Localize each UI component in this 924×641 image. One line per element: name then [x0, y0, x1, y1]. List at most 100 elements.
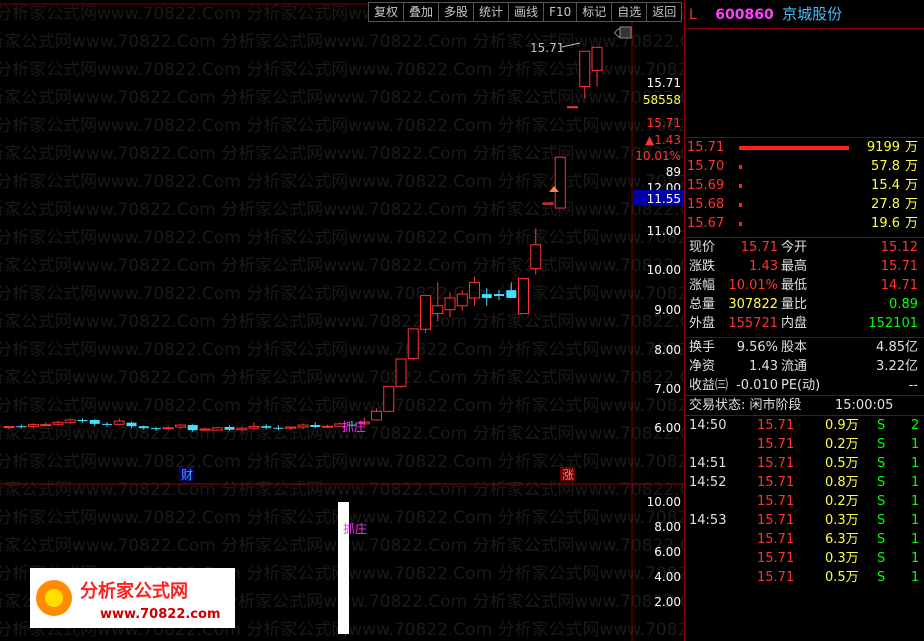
candle[interactable]: [52, 421, 64, 425]
candle[interactable]: [162, 427, 174, 430]
candle[interactable]: [322, 425, 333, 428]
candle[interactable]: [236, 427, 248, 431]
candle[interactable]: [89, 419, 100, 424]
toolbar-btn-6[interactable]: 标记: [576, 2, 612, 22]
stock-name[interactable]: 京城股份: [782, 5, 842, 23]
price-axis-label: 15.71: [647, 116, 681, 130]
candle[interactable]: [199, 428, 211, 431]
candle[interactable]: [456, 293, 468, 307]
price-axis-label: 8.00: [654, 343, 681, 357]
candle[interactable]: [395, 358, 407, 387]
tick-list: 14:50 15.71 0.9万 S 2 15.71 0.2万 S 1 14:51 15.71 0.5…: [685, 415, 924, 587]
toolbar: 复权 叠加 多股 统计 画线 F10 标记 自选 返回: [368, 2, 683, 22]
stock-header: L 600860 京城股份: [685, 0, 924, 29]
candle[interactable]: [102, 423, 112, 425]
candle[interactable]: [297, 424, 309, 428]
order-book-row: 15.67 19.6 万: [687, 216, 918, 231]
quote-row: 现价 15.71 今开 15.12: [689, 240, 918, 255]
toolbar-btn-5[interactable]: F10: [543, 2, 577, 22]
logo-url: www.70822.com: [100, 607, 221, 622]
price-axis-label: 11.00: [647, 224, 681, 238]
price-axis-label: 89: [666, 165, 681, 179]
candle[interactable]: [579, 50, 591, 87]
volume-axis-label: 8.00: [654, 520, 681, 534]
kline-chart[interactable]: 15.715855815.71▲1.4310.01%8912.0011.5511…: [0, 0, 684, 641]
candle[interactable]: [506, 290, 517, 298]
candle[interactable]: [113, 420, 125, 425]
tick-row: 15.71 0.2万 S 1: [757, 437, 920, 452]
high-price-label: 15.71: [530, 41, 564, 55]
candle[interactable]: [554, 156, 566, 209]
toolbar-btn-2[interactable]: 多股: [438, 2, 474, 22]
toolbar-btn-0[interactable]: 复权: [368, 2, 404, 22]
candle[interactable]: [187, 425, 198, 431]
candle[interactable]: [175, 424, 186, 428]
price-axis-label: 11.55: [647, 192, 681, 206]
candle[interactable]: [542, 202, 554, 205]
quote-row: 涨跌 1.43 最高 15.71: [689, 259, 918, 274]
price-axis-label: 9.00: [654, 303, 681, 317]
zhuazhuang-marker: 抓庄: [342, 419, 366, 434]
market-flag: L: [689, 7, 697, 23]
candle[interactable]: [371, 410, 382, 421]
logo-title: 分析家公式网: [80, 580, 188, 602]
candle[interactable]: [211, 427, 223, 431]
volume-axis-label: 4.00: [654, 570, 681, 584]
order-book-row: 15.69 15.4 万: [687, 178, 918, 193]
candle[interactable]: [420, 295, 431, 330]
volume-axis-label: 10.00: [647, 495, 681, 509]
price-axis-label: 58558: [643, 93, 681, 107]
blank-ask-area: [685, 29, 924, 137]
stats-row: 收益㈢ -0.010 PE(动) --: [689, 378, 918, 393]
candle[interactable]: [261, 426, 272, 428]
toolbar-btn-8[interactable]: 返回: [646, 2, 683, 22]
candle[interactable]: [530, 244, 542, 270]
tick-row: 15.71 6.3万 S 1: [757, 532, 920, 547]
quote-panel: L 600860 京城股份 15.71 9199 万 15.70 57.8 万 15.69 1…: [684, 0, 924, 641]
quote-row: 涨幅 10.01% 最低 14.71: [689, 278, 918, 293]
stats-row: 换手 9.56% 股本 4.85亿: [689, 340, 918, 355]
candle[interactable]: [481, 294, 492, 298]
candle[interactable]: [3, 426, 15, 429]
candle[interactable]: [285, 426, 297, 429]
candle[interactable]: [224, 427, 235, 430]
toolbar-btn-1[interactable]: 叠加: [403, 2, 439, 22]
candle[interactable]: [248, 426, 260, 429]
candle[interactable]: [383, 385, 395, 412]
candle[interactable]: [40, 424, 52, 427]
candle[interactable]: [28, 424, 39, 428]
zhang-marker: 涨: [562, 467, 574, 482]
candle[interactable]: [494, 294, 504, 297]
candle[interactable]: [310, 425, 321, 427]
site-logo: 分析家公式网 www.70822.com: [30, 568, 235, 628]
toolbar-btn-3[interactable]: 统计: [473, 2, 509, 22]
status-label: 交易状态: 闲市阶段: [689, 398, 802, 413]
candle[interactable]: [444, 297, 456, 311]
tick-row: 15.71 0.2万 S 1: [757, 494, 920, 509]
price-axis-label: 10.00: [647, 263, 681, 277]
candle[interactable]: [64, 419, 76, 424]
candle[interactable]: [77, 419, 88, 422]
toolbar-btn-7[interactable]: 自选: [611, 2, 647, 22]
candle[interactable]: [591, 46, 603, 71]
order-book-row: 15.68 27.8 万: [687, 197, 918, 212]
volume-axis-label: 6.00: [654, 545, 681, 559]
candle[interactable]: [138, 426, 149, 429]
candle[interactable]: [432, 305, 444, 315]
stock-code[interactable]: 600860: [715, 7, 773, 23]
tick-row: 14:51 15.71 0.5万 S 1: [689, 456, 920, 471]
candle[interactable]: [126, 422, 137, 427]
quote-row: 总量 307822 量比 0.89: [689, 297, 918, 312]
tick-row: 15.71 0.3万 S 1: [757, 551, 920, 566]
candle[interactable]: [16, 426, 27, 428]
candle[interactable]: [151, 428, 161, 430]
toolbar-btn-4[interactable]: 画线: [508, 2, 544, 22]
candle[interactable]: [518, 277, 529, 315]
candle[interactable]: [407, 328, 419, 360]
candle[interactable]: [567, 106, 578, 109]
candle[interactable]: [273, 427, 284, 429]
stats-table: 换手 9.56% 股本 4.85亿 净资 1.43 流通 3.22亿 收益㈢ -0.010 PE(动…: [685, 337, 924, 395]
quote-row: 外盘 155721 内盘 152101: [689, 316, 918, 331]
candle[interactable]: [469, 281, 480, 299]
panel-toggle-icon[interactable]: [619, 26, 632, 39]
